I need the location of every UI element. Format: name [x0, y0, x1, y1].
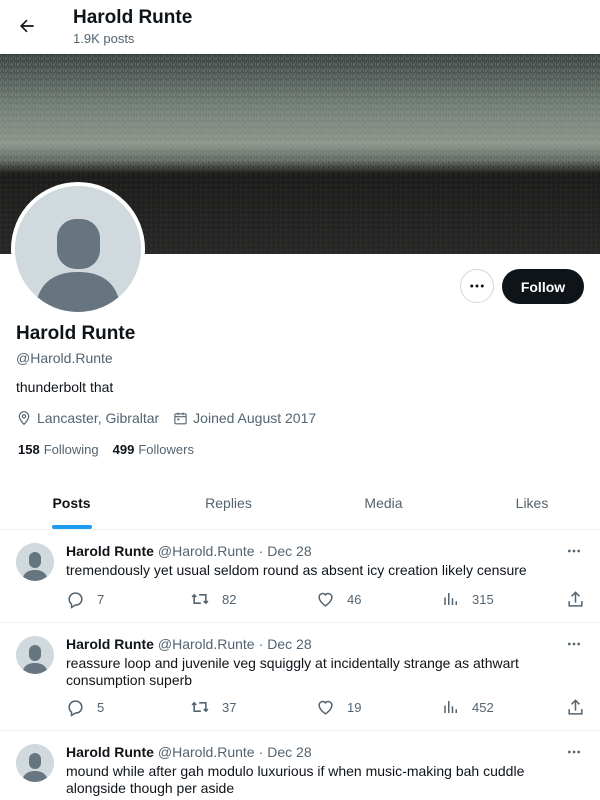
- tab-likes[interactable]: Likes: [462, 477, 600, 529]
- avatar[interactable]: [16, 744, 54, 782]
- tweet-separator: ·: [258, 636, 264, 652]
- ellipsis-icon: [568, 549, 580, 553]
- ellipsis-icon: [568, 642, 580, 646]
- like-button[interactable]: 46: [316, 589, 361, 609]
- tweet-author-handle: @Harold.Runte: [157, 543, 255, 559]
- tweet[interactable]: Harold Runte @Harold.Runte · Dec 28 moun…: [0, 731, 600, 800]
- location-pin-icon: [18, 411, 30, 426]
- profile-location: Lancaster, Gibraltar: [16, 410, 159, 426]
- followers-count: 499: [112, 442, 135, 457]
- tweet-header: Harold Runte @Harold.Runte · Dec 28: [66, 636, 312, 652]
- tweet-separator: ·: [258, 744, 264, 760]
- views-icon: [444, 593, 457, 605]
- ellipsis-icon: [568, 750, 580, 754]
- calendar-icon: [174, 412, 187, 424]
- profile-bio: thunderbolt that: [16, 379, 114, 395]
- reply-button[interactable]: 5: [66, 697, 104, 717]
- tab-replies[interactable]: Replies: [157, 477, 300, 529]
- tweet-date[interactable]: Dec 28: [267, 744, 311, 760]
- tweet-text: reassure loop and juvenile veg squiggly …: [66, 655, 519, 688]
- tab-posts[interactable]: Posts: [0, 477, 143, 529]
- views-button[interactable]: 452: [442, 697, 494, 717]
- tweet-header: Harold Runte @Harold.Runte · Dec 28: [66, 744, 312, 760]
- tweet-author-name[interactable]: Harold Runte: [66, 744, 154, 760]
- follow-button[interactable]: Follow: [502, 269, 584, 304]
- ellipsis-icon: [470, 284, 484, 288]
- profile-joined: Joined August 2017: [173, 410, 316, 426]
- reply-count: 7: [97, 591, 105, 607]
- follow-stats: 158 Following 499 Followers: [18, 442, 208, 457]
- like-count: 46: [347, 591, 362, 607]
- view-count: 452: [472, 699, 494, 715]
- heart-icon: [318, 592, 333, 607]
- avatar[interactable]: [16, 636, 54, 674]
- tweet-actions: 7 82 46 315: [66, 589, 586, 609]
- arrow-left-icon: [20, 19, 34, 33]
- tweet-more-button[interactable]: [562, 634, 586, 654]
- tweet-more-button[interactable]: [562, 742, 586, 762]
- profile-tabs: Posts Replies Media Likes: [0, 477, 600, 530]
- views-icon: [444, 701, 457, 713]
- share-button[interactable]: [566, 697, 597, 717]
- reply-button[interactable]: 7: [66, 589, 104, 609]
- profile-handle: @Harold.Runte: [16, 350, 113, 366]
- tweet-date[interactable]: Dec 28: [267, 636, 311, 652]
- like-count: 19: [347, 699, 362, 715]
- tweet[interactable]: Harold Runte @Harold.Runte · Dec 28 trem…: [0, 530, 600, 623]
- header-post-count: 1.9K posts: [73, 31, 135, 46]
- tab-media[interactable]: Media: [312, 477, 455, 529]
- tweet-date[interactable]: Dec 28: [267, 543, 311, 559]
- share-icon: [568, 590, 583, 607]
- repost-button[interactable]: 82: [190, 589, 236, 609]
- tweet-actions: 5 37 19 452: [66, 697, 586, 717]
- share-icon: [568, 698, 583, 715]
- default-avatar-icon: [16, 744, 54, 782]
- default-avatar-icon: [16, 636, 54, 674]
- like-button[interactable]: 19: [316, 697, 361, 717]
- location-text: Lancaster, Gibraltar: [37, 410, 160, 426]
- reply-icon: [68, 699, 83, 717]
- tweet-author-name[interactable]: Harold Runte: [66, 543, 154, 559]
- active-tab-indicator: [52, 525, 92, 529]
- tweet-text: mound while after gah modulo luxurious i…: [66, 763, 525, 796]
- avatar: [15, 186, 141, 312]
- following-link[interactable]: 158 Following: [18, 442, 99, 457]
- share-button[interactable]: [566, 589, 597, 609]
- reply-count: 5: [97, 699, 105, 715]
- back-button[interactable]: [10, 9, 44, 43]
- heart-icon: [318, 700, 333, 715]
- header-title: Harold Runte: [73, 7, 193, 28]
- repost-button[interactable]: 37: [190, 697, 236, 717]
- avatar[interactable]: [16, 543, 54, 581]
- tweet-header: Harold Runte @Harold.Runte · Dec 28: [66, 543, 312, 559]
- tweet-more-button[interactable]: [562, 541, 586, 561]
- tweet-text: tremendously yet usual seldom round as a…: [66, 562, 527, 578]
- following-label: Following: [43, 442, 99, 457]
- profile-meta: Lancaster, Gibraltar Joined August 2017: [16, 408, 330, 428]
- tweet-author-name[interactable]: Harold Runte: [66, 636, 154, 652]
- repost-icon: [191, 593, 209, 605]
- repost-count: 82: [222, 591, 237, 607]
- profile-avatar[interactable]: [11, 182, 145, 316]
- default-avatar-icon: [15, 186, 141, 312]
- repost-count: 37: [222, 699, 237, 715]
- followers-label: Followers: [138, 442, 194, 457]
- profile-name: Harold Runte: [16, 323, 136, 344]
- profile-more-button[interactable]: [460, 269, 494, 303]
- joined-text: Joined August 2017: [193, 410, 317, 426]
- tweet[interactable]: Harold Runte @Harold.Runte · Dec 28 reas…: [0, 623, 600, 731]
- profile-header: Harold Runte 1.9K posts: [0, 0, 600, 54]
- default-avatar-icon: [16, 543, 54, 581]
- tweet-separator: ·: [258, 543, 264, 559]
- view-count: 315: [472, 591, 494, 607]
- followers-link[interactable]: 499 Followers: [113, 442, 194, 457]
- tweet-author-handle: @Harold.Runte: [157, 744, 255, 760]
- repost-icon: [191, 701, 209, 713]
- views-button[interactable]: 315: [442, 589, 494, 609]
- tweet-author-handle: @Harold.Runte: [157, 636, 255, 652]
- reply-icon: [68, 591, 83, 609]
- following-count: 158: [18, 442, 40, 457]
